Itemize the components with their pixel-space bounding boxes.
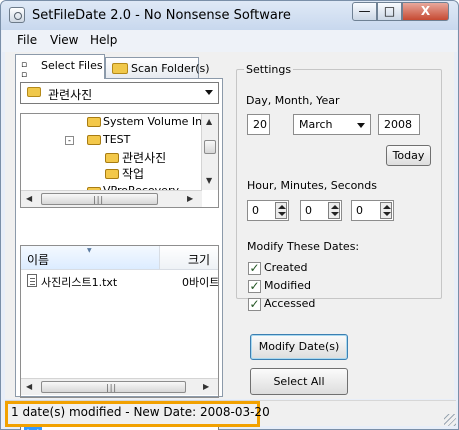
accessed-checkbox-row[interactable]: ✓ Accessed xyxy=(248,297,338,313)
menu-file[interactable]: File xyxy=(17,33,37,47)
close-button[interactable]: X xyxy=(402,2,449,21)
spin-up-icon[interactable] xyxy=(331,205,339,209)
scroll-right-icon[interactable]: ▶ xyxy=(203,382,209,392)
day-field[interactable]: 20 xyxy=(247,114,270,135)
folder-icon xyxy=(105,153,119,163)
files-icon: ▫ ▫ xyxy=(21,60,28,80)
hour-value: 0 xyxy=(252,204,259,217)
scroll-down-icon[interactable]: ▼ xyxy=(206,176,212,186)
folder-icon xyxy=(112,63,128,74)
seconds-value: 0 xyxy=(356,204,363,217)
tree-horizontal-scrollbar[interactable]: ◀ ||| ▶ xyxy=(21,190,202,207)
minimize-button[interactable]: — xyxy=(352,2,377,21)
spin-buttons[interactable] xyxy=(380,202,392,219)
sort-down-icon: ▼ xyxy=(87,247,92,254)
menu-help[interactable]: Help xyxy=(90,33,117,47)
spin-down-icon[interactable] xyxy=(383,212,391,216)
app-icon xyxy=(9,7,25,23)
folder-icon xyxy=(27,87,41,97)
scroll-left-icon[interactable]: ◀ xyxy=(26,194,32,204)
spin-up-icon[interactable] xyxy=(383,205,391,209)
scroll-grip-icon: ||| xyxy=(106,383,118,392)
column-size[interactable]: 크기 xyxy=(160,246,218,270)
modify-dates-button[interactable]: Modify Date(s) xyxy=(250,334,348,360)
text-file-icon xyxy=(27,274,37,287)
seconds-stepper[interactable]: 0 xyxy=(351,200,394,221)
selected-folder: 관련사진 xyxy=(48,88,93,102)
modify-dates-label: Modify These Dates: xyxy=(247,240,360,253)
tab-scan-folders[interactable]: Scan Folder(s) xyxy=(105,57,210,79)
spin-up-icon[interactable] xyxy=(278,205,286,209)
scroll-left-icon[interactable]: ◀ xyxy=(26,382,32,392)
modified-label: Modified xyxy=(264,279,311,292)
title-bar[interactable]: SetFileDate 2.0 - No Nonsense Software —… xyxy=(1,1,458,30)
spin-buttons[interactable] xyxy=(275,202,287,219)
tree-item-test[interactable]: TEST xyxy=(103,133,130,146)
hour-stepper[interactable]: 0 xyxy=(247,200,289,221)
year-field[interactable]: 2008 xyxy=(378,114,420,135)
column-size-label: 크기 xyxy=(188,253,211,267)
file-size: 0바이트 xyxy=(182,276,219,289)
chevron-down-icon[interactable] xyxy=(205,90,213,95)
folder-tree[interactable]: System Volume Inform - TEST 관련사진 작업 VPro… xyxy=(20,113,219,208)
folder-combo[interactable]: 관련사진 xyxy=(20,82,219,104)
spin-down-icon[interactable] xyxy=(331,212,339,216)
tree-item-work[interactable]: 작업 xyxy=(122,165,144,182)
folder-icon xyxy=(87,117,101,127)
folder-open-icon xyxy=(87,135,101,145)
scroll-up-icon[interactable]: ▲ xyxy=(206,117,212,127)
scroll-thumb[interactable] xyxy=(204,140,216,154)
minutes-value: 0 xyxy=(305,204,312,217)
settings-group: Settings Day, Month, Year 20 March 2008 … xyxy=(236,63,442,311)
scroll-grip-icon: ||| xyxy=(93,195,105,204)
file-list-horizontal-scrollbar[interactable]: ◀ ||| ▶ xyxy=(21,378,218,395)
tab-select-files[interactable]: ▫ ▫ Select Files xyxy=(15,54,105,80)
status-bar: 1 date(s) modified - New Date: 2008-03-2… xyxy=(5,400,456,427)
tree-item-related-photos[interactable]: 관련사진 xyxy=(122,149,166,166)
settings-title: Settings xyxy=(244,63,294,76)
spin-down-icon[interactable] xyxy=(278,212,286,216)
minutes-stepper[interactable]: 0 xyxy=(300,200,342,221)
main-client-area: ▫ ▫ Select Files Scan Folder(s) 관련사진 Syst… xyxy=(5,52,454,430)
select-all-button[interactable]: Select All xyxy=(250,368,348,395)
accessed-checkbox[interactable]: ✓ xyxy=(248,298,261,311)
menu-bar: File View Help xyxy=(2,30,457,52)
select-files-panel: 관련사진 System Volume Inform - TEST 관련사진 작업… xyxy=(15,78,223,430)
resize-grip-icon[interactable] xyxy=(444,414,456,426)
window-title: SetFileDate 2.0 - No Nonsense Software xyxy=(32,8,291,23)
scroll-right-icon[interactable]: ▶ xyxy=(187,194,193,204)
created-checkbox[interactable]: ✓ xyxy=(248,262,261,275)
status-message: 1 date(s) modified - New Date: 2008-03-2… xyxy=(11,405,270,419)
month-value: March xyxy=(299,118,333,131)
chevron-down-icon[interactable] xyxy=(357,123,365,128)
collapse-icon[interactable]: - xyxy=(65,136,74,145)
created-label: Created xyxy=(264,261,308,274)
tab-scan-folders-label: Scan Folder(s) xyxy=(131,62,210,75)
tree-vertical-scrollbar[interactable]: ▲ ▼ xyxy=(201,114,218,190)
tab-select-files-label: Select Files xyxy=(41,59,103,72)
column-name[interactable]: ▼ 이름 xyxy=(21,246,160,270)
today-button[interactable]: Today xyxy=(386,145,431,166)
time-label: Hour, Minutes, Seconds xyxy=(247,179,377,192)
folder-icon xyxy=(105,169,119,179)
file-list[interactable]: ▼ 이름 크기 사진리스트1.txt 0바이트 ◀ ||| ▶ xyxy=(20,245,219,398)
application-window: SetFileDate 2.0 - No Nonsense Software —… xyxy=(0,0,459,430)
file-name: 사진리스트1.txt xyxy=(41,276,118,289)
month-select[interactable]: March xyxy=(293,114,371,135)
column-name-label: 이름 xyxy=(27,253,50,267)
modified-checkbox-row[interactable]: ✓ Modified xyxy=(248,279,338,295)
spin-buttons[interactable] xyxy=(328,202,340,219)
created-checkbox-row[interactable]: ✓ Created xyxy=(248,261,338,277)
menu-view[interactable]: View xyxy=(50,33,78,47)
file-row[interactable]: 사진리스트1.txt 0바이트 xyxy=(21,272,219,290)
maximize-button[interactable]: □ xyxy=(377,2,402,21)
accessed-label: Accessed xyxy=(264,297,316,310)
date-label: Day, Month, Year xyxy=(246,94,340,107)
modified-checkbox[interactable]: ✓ xyxy=(248,280,261,293)
